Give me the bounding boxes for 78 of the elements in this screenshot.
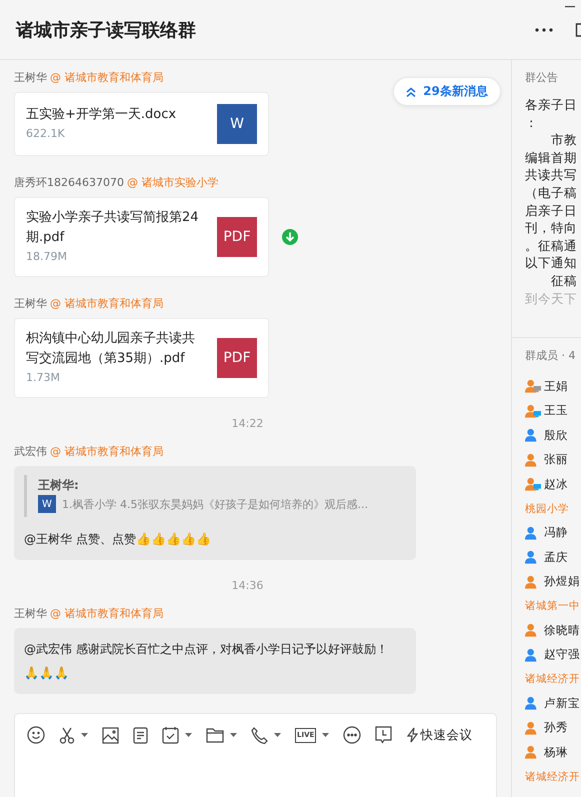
member-name[interactable]: 王玉	[544, 403, 568, 418]
file-card[interactable]: 实验小学亲子共读写简报第24期.pdf 18.79M PDF	[14, 197, 269, 277]
sender-org: @ 诸城市实验小学	[126, 175, 218, 190]
quote-author: 王树华:	[38, 477, 80, 494]
member-name[interactable]: 冯静	[544, 525, 568, 540]
sender-name: 唐秀环18264637070	[14, 175, 124, 190]
announcement-line: 启亲子日	[525, 202, 578, 220]
window-title: 诸城市亲子读写联络群	[16, 18, 197, 42]
file-type-icon: W	[217, 104, 257, 144]
member-name[interactable]: 赵守强	[544, 647, 580, 662]
file-size: 18.79M	[26, 249, 68, 265]
message-text: @武宏伟 感谢武院长百忙之中点评，对枫香小学日记予以好评鼓励！🙏🙏🙏	[24, 641, 389, 682]
announcement-line: 刊，特向	[525, 219, 578, 237]
file-name: 实验小学亲子共读写简报第24期.pdf	[26, 209, 200, 247]
file-size: 1.73M	[26, 370, 61, 386]
emoji-icon[interactable]	[27, 726, 45, 744]
section-title: 群公告	[525, 70, 559, 85]
timestamp: 14:36	[230, 579, 264, 592]
phone-icon[interactable]	[251, 726, 268, 744]
sender-name: 王树华	[14, 296, 47, 311]
calendar-check-icon[interactable]	[162, 726, 179, 744]
sender-name: 王树华	[14, 606, 47, 621]
word-file-icon: W	[38, 495, 56, 513]
announcement-line: （电子稿	[525, 184, 578, 202]
minimize-icon[interactable]	[565, 6, 575, 8]
section-title: 群成员 · 4	[525, 348, 576, 363]
member-name[interactable]: 赵冰	[544, 476, 568, 492]
announcement-line: ：	[525, 114, 539, 132]
folder-icon[interactable]	[206, 728, 224, 742]
announcement-line: 市教	[550, 131, 578, 149]
caret-icon[interactable]	[81, 733, 88, 737]
message-text: @王树华 点赞、点赞👍👍👍👍👍	[24, 531, 212, 548]
document-icon[interactable]	[133, 726, 148, 744]
more-icon[interactable]	[535, 28, 553, 32]
announcement-line: 征稿	[550, 272, 578, 290]
window-icon[interactable]	[575, 22, 581, 36]
caret-icon[interactable]	[230, 733, 237, 737]
quick-meeting-button[interactable]: 快速会议	[406, 726, 472, 744]
announcement-line: 以下通知	[525, 254, 578, 272]
clock-message-icon[interactable]	[375, 726, 392, 744]
announcement-line: 各亲子日	[525, 96, 578, 114]
sender-name: 王树华	[14, 70, 47, 85]
announcement-line: 共读共写	[525, 166, 578, 184]
more-icon[interactable]	[343, 726, 362, 744]
member-name[interactable]: 卢新宝	[544, 696, 580, 711]
file-card[interactable]: 五实验+开学第一天.docx 622.1K W	[14, 92, 269, 156]
announcement-line: 编辑首期	[525, 148, 578, 166]
double-up-icon	[406, 86, 416, 96]
timestamp: 14:22	[230, 417, 264, 430]
file-type-icon: PDF	[217, 338, 257, 378]
file-name: 五实验+开学第一天.docx	[26, 106, 178, 124]
member-name[interactable]: 徐晓晴	[544, 622, 580, 638]
caret-icon[interactable]	[274, 733, 281, 737]
sender-org: @ 诸城市教育和体育局	[50, 296, 164, 311]
file-name: 枳沟镇中心幼儿园亲子共读共写交流园地（第35期）.pdf	[26, 330, 196, 368]
caret-icon[interactable]	[322, 733, 330, 737]
lightning-icon	[406, 727, 418, 743]
member-name[interactable]: 孙煜娟	[544, 574, 580, 590]
file-card[interactable]: 枳沟镇中心幼儿园亲子共读共写交流园地（第35期）.pdf 1.73M PDF	[14, 318, 269, 398]
announcement-line: 到今天下	[525, 290, 578, 308]
caret-icon[interactable]	[185, 733, 192, 737]
new-messages-button[interactable]: 29条新消息	[393, 77, 501, 106]
member-name[interactable]: 王娟	[544, 378, 568, 394]
member-name[interactable]: 杨琳	[544, 744, 568, 760]
image-icon[interactable]	[102, 726, 119, 744]
sender-org: @ 诸城市教育和体育局	[50, 606, 164, 621]
file-size: 622.1K	[26, 126, 66, 142]
sender-name: 武宏伟	[14, 444, 47, 459]
sender-org: @ 诸城市教育和体育局	[50, 444, 164, 459]
announcement-line: 。征稿通	[525, 236, 578, 254]
member-name[interactable]: 孟庆	[544, 550, 568, 565]
member-name[interactable]: 张丽	[544, 452, 568, 468]
quote-text: 1.枫香小学 4.5张驭东昊妈妈《好孩子是如何培养的》观后感...	[62, 496, 368, 512]
file-type-icon: PDF	[217, 217, 257, 257]
member-name[interactable]: 孙秀	[544, 720, 568, 736]
sender-org: @ 诸城市教育和体育局	[50, 70, 164, 85]
scissors-icon[interactable]	[59, 726, 75, 744]
member-name[interactable]: 殷欣	[544, 428, 568, 443]
